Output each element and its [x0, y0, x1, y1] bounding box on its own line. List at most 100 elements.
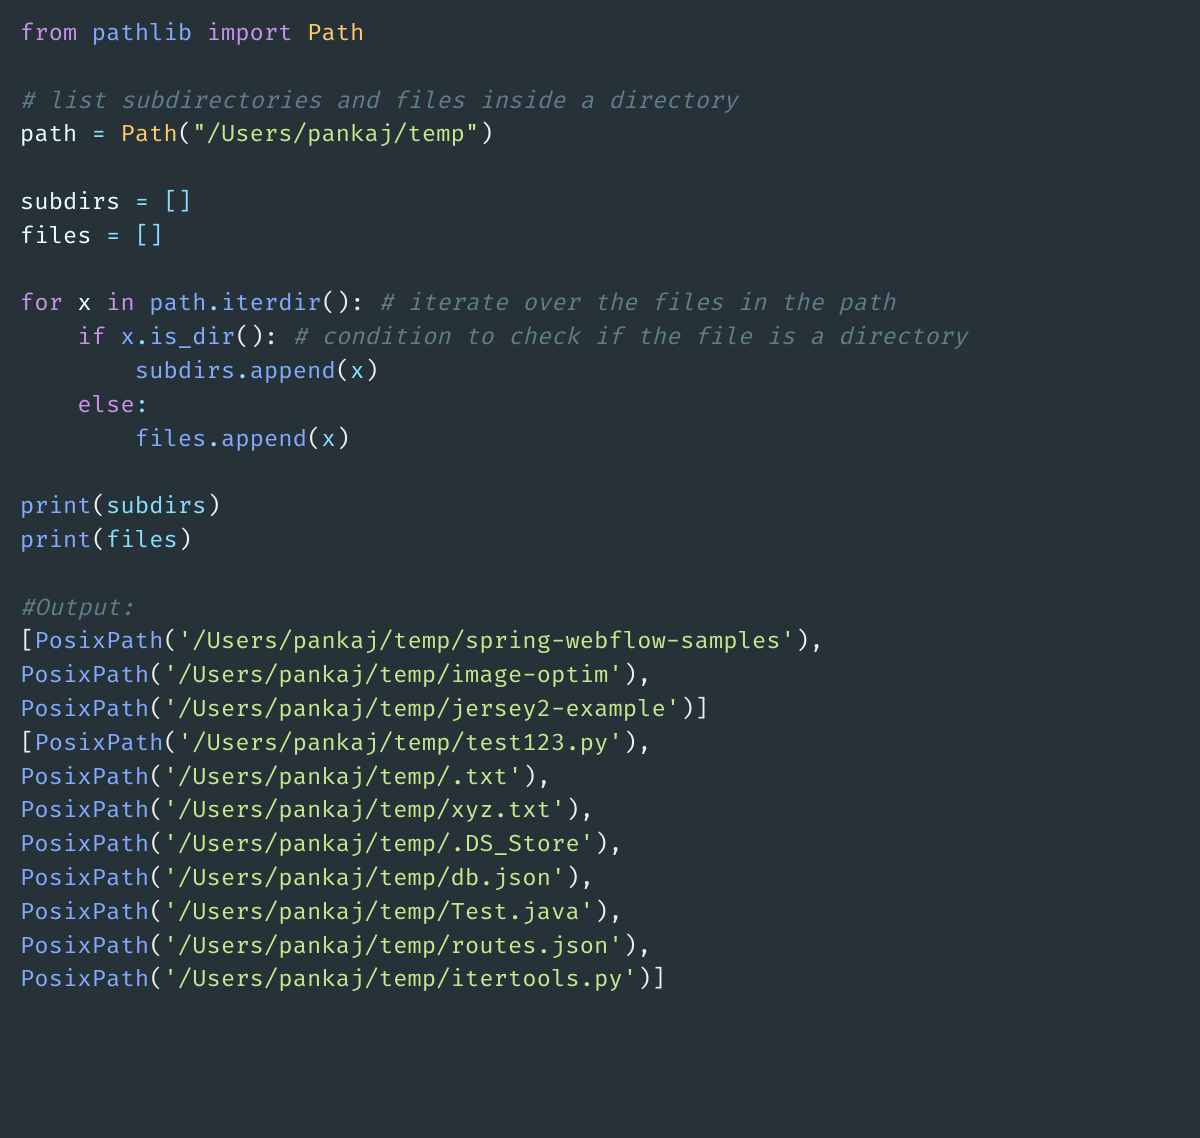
parens-colon: (): [235, 324, 278, 352]
paren-open: ( [149, 831, 163, 859]
cls-posixpath: PosixPath [34, 628, 163, 656]
paren-close: ) [207, 493, 221, 521]
paren-close: ) [178, 527, 192, 555]
class-path-call: Path [120, 121, 177, 149]
arg-x: x [321, 426, 335, 454]
paren-open: ( [164, 730, 178, 758]
paren-open: ( [149, 662, 163, 690]
string-literal: '/Users/pankaj/temp/test123.py' [178, 730, 623, 758]
cls-posixpath: PosixPath [20, 831, 149, 859]
keyword-from: from [20, 20, 77, 48]
paren-close-comma: ), [623, 662, 652, 690]
paren-open: ( [149, 764, 163, 792]
paren-open: ( [92, 493, 106, 521]
parens-colon: (): [321, 290, 364, 318]
cls-posixpath: PosixPath [20, 899, 149, 927]
colon: : [135, 392, 149, 420]
paren-open: ( [149, 865, 163, 893]
string-literal: '/Users/pankaj/temp/itertools.py' [164, 966, 638, 994]
assign-empty-list: = [] [120, 189, 192, 217]
paren-close-comma: ), [594, 899, 623, 927]
arg-subdirs: subdirs [106, 493, 206, 521]
keyword-for: for [20, 290, 63, 318]
paren-open: ( [307, 426, 321, 454]
var-subdirs: subdirs [20, 189, 120, 217]
paren-close-comma: ), [594, 831, 623, 859]
string-literal: '/Users/pankaj/temp/Test.java' [164, 899, 595, 927]
paren-close-comma: ), [795, 628, 824, 656]
paren-close-comma: ), [623, 730, 652, 758]
paren-close-comma: ), [522, 764, 551, 792]
paren-open: ( [149, 933, 163, 961]
arg-files: files [106, 527, 178, 555]
string-literal: '/Users/pankaj/temp/jersey2-example' [164, 696, 681, 724]
comment: # list subdirectories and files inside a… [20, 88, 738, 116]
var-files-ref: files [135, 426, 207, 454]
indent [20, 392, 77, 420]
paren-close-comma: ), [623, 933, 652, 961]
fn-print: print [20, 527, 92, 555]
string-literal: '/Users/pankaj/temp/db.json' [164, 865, 566, 893]
paren-close-comma: ), [565, 865, 594, 893]
indent [20, 324, 77, 352]
keyword-import: import [207, 20, 293, 48]
dot: . [235, 358, 249, 386]
fn-print: print [20, 493, 92, 521]
module-pathlib: pathlib [92, 20, 192, 48]
paren-close: ) [365, 358, 379, 386]
dot: . [135, 324, 149, 352]
paren-open: ( [336, 358, 350, 386]
arg-x: x [350, 358, 364, 386]
keyword-in: in [106, 290, 135, 318]
fn-append: append [250, 358, 336, 386]
cls-posixpath: PosixPath [20, 662, 149, 690]
string-literal: '/Users/pankaj/temp/routes.json' [164, 933, 623, 961]
paren-close-bracket: )] [637, 966, 666, 994]
cls-posixpath: PosixPath [20, 797, 149, 825]
string-literal: '/Users/pankaj/temp/.DS_Store' [164, 831, 595, 859]
string-literal: '/Users/pankaj/temp/image-optim' [164, 662, 623, 690]
dot: . [207, 426, 221, 454]
var-files: files [20, 223, 92, 251]
string-literal: '/Users/pankaj/temp/.txt' [164, 764, 523, 792]
paren-open: ( [149, 797, 163, 825]
assign-empty-list: = [] [92, 223, 164, 251]
bracket-open: [ [20, 730, 34, 758]
comment: # iterate over the files in the path [379, 290, 896, 318]
dot: . [207, 290, 221, 318]
var-x: x [77, 290, 91, 318]
comment-output: #Output: [20, 595, 135, 623]
fn-iterdir: iterdir [221, 290, 321, 318]
fn-isdir: is_dir [149, 324, 235, 352]
var-path: path [20, 121, 77, 149]
var-x-ref: x [121, 324, 135, 352]
cls-posixpath: PosixPath [20, 865, 149, 893]
string-literal: '/Users/pankaj/temp/spring-webflow-sampl… [178, 628, 795, 656]
paren-open: ( [164, 628, 178, 656]
fn-append: append [221, 426, 307, 454]
paren-close-bracket: )] [680, 696, 709, 724]
indent [20, 426, 135, 454]
paren-open: ( [149, 696, 163, 724]
comment: # condition to check if the file is a di… [293, 324, 968, 352]
paren-close: ) [479, 121, 493, 149]
keyword-else: else [77, 392, 134, 420]
class-path: Path [307, 20, 364, 48]
cls-posixpath: PosixPath [20, 696, 149, 724]
paren-open: ( [149, 899, 163, 927]
paren-close-comma: ), [565, 797, 594, 825]
var-path-ref: path [149, 290, 206, 318]
string-literal: "/Users/pankaj/temp" [192, 121, 479, 149]
cls-posixpath: PosixPath [20, 933, 149, 961]
cls-posixpath: PosixPath [34, 730, 163, 758]
cls-posixpath: PosixPath [20, 966, 149, 994]
paren-open: ( [178, 121, 192, 149]
var-subdirs-ref: subdirs [135, 358, 235, 386]
paren-open: ( [149, 966, 163, 994]
operator-assign: = [77, 121, 120, 149]
code-editor[interactable]: from pathlib import Path # list subdirec… [0, 0, 1200, 1016]
indent [20, 358, 135, 386]
paren-close: ) [336, 426, 350, 454]
cls-posixpath: PosixPath [20, 764, 149, 792]
string-literal: '/Users/pankaj/temp/xyz.txt' [164, 797, 566, 825]
